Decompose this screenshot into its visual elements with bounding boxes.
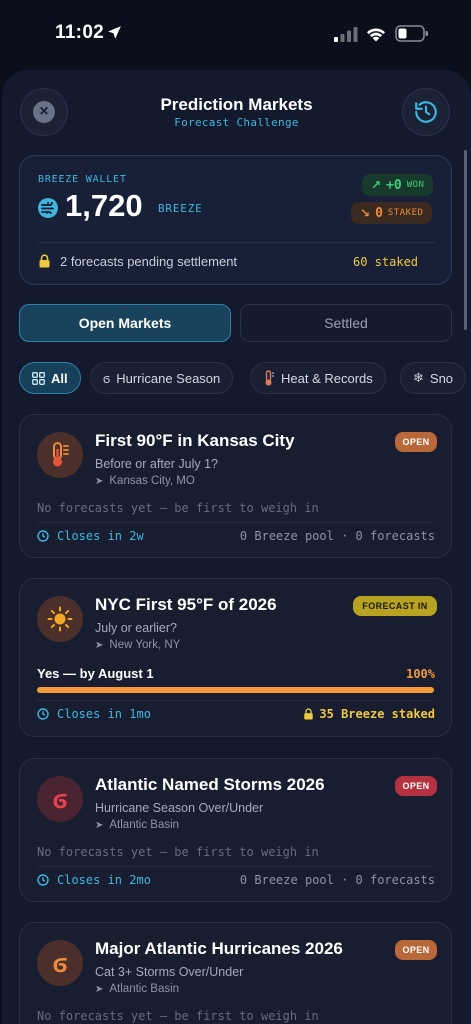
thermometer-icon (265, 370, 274, 386)
location-arrow-icon: ➤ (95, 819, 104, 831)
location-arrow-icon: ➤ (95, 983, 104, 995)
market-location-text: Kansas City, MO (109, 475, 195, 487)
page-title: Prediction Markets (160, 95, 313, 114)
market-location: ➤ New York, NY (95, 639, 180, 651)
market-card[interactable]: First 90°F in Kansas City Before or afte… (19, 414, 452, 558)
market-location: ➤ Atlantic Basin (95, 819, 179, 831)
page-subtitle: Forecast Challenge (174, 116, 299, 129)
closes-in: Closes in 1mo (37, 707, 151, 721)
clock-icon (37, 874, 49, 886)
clock-icon (37, 708, 49, 720)
won-label: WON (406, 180, 425, 190)
market-title: NYC First 95°F of 2026 (95, 595, 277, 614)
history-button[interactable] (402, 88, 450, 136)
market-location: ➤ Kansas City, MO (95, 475, 195, 487)
arrow-up-right-icon: ↗ (371, 178, 382, 192)
location-arrow-icon (108, 26, 121, 39)
staked-value: 0 (375, 205, 383, 221)
staked-badge: ↘ 0 STAKED (351, 202, 433, 224)
snowflake-icon: ❄ (413, 370, 424, 385)
grid-icon (32, 371, 45, 385)
closes-in: Closes in 2w (37, 529, 144, 543)
prediction-markets-sheet: × Prediction Markets Forecast Challenge … (2, 70, 471, 1024)
empty-forecasts-text: No forecasts yet — be first to weigh in (37, 501, 319, 515)
status-badge: OPEN (395, 432, 437, 452)
forecast-percent: 100% (406, 667, 435, 681)
market-card[interactable]: NYC First 95°F of 2026 July or earlier? … (19, 578, 452, 737)
market-location: ➤ Atlantic Basin (95, 983, 179, 995)
closes-in: Closes in 2mo (37, 873, 151, 887)
filter-chip-all[interactable]: All (19, 362, 81, 394)
filter-chip-label: All (51, 370, 68, 386)
sun-icon (37, 596, 83, 642)
market-title: Major Atlantic Hurricanes 2026 (95, 939, 343, 958)
pool-info: 0 Breeze pool · 0 forecasts (239, 529, 435, 543)
wallet-divider (38, 242, 435, 243)
wallet-label: BREEZE WALLET (38, 174, 127, 185)
pool-info: 0 Breeze pool · 0 forecasts (239, 873, 435, 887)
empty-forecasts-text: No forecasts yet — be first to weigh in (37, 1009, 319, 1023)
status-time: 11:02 (55, 22, 105, 43)
history-icon (415, 101, 437, 123)
status-badge: FORECAST IN (353, 596, 437, 616)
status-badge: OPEN (395, 940, 437, 960)
won-badge: ↗ +0 WON (362, 174, 434, 196)
market-location-text: Atlantic Basin (109, 819, 180, 831)
forecast-progress-bar (37, 687, 434, 693)
market-title: First 90°F in Kansas City (95, 431, 295, 450)
status-badge: OPEN (395, 776, 437, 796)
market-card[interactable]: ϭ Atlantic Named Storms 2026 Hurricane S… (19, 758, 452, 902)
lock-icon (304, 708, 314, 720)
battery-icon (395, 25, 428, 42)
wifi-icon (366, 28, 386, 42)
closes-in-text: Closes in 2w (57, 529, 144, 543)
card-divider (37, 866, 434, 867)
clock-icon (37, 530, 49, 542)
card-divider (37, 522, 434, 523)
empty-forecasts-text: No forecasts yet — be first to weigh in (37, 845, 319, 859)
closes-in-text: Closes in 1mo (57, 707, 151, 721)
market-card[interactable]: ϭ Major Atlantic Hurricanes 2026 Cat 3+ … (19, 922, 452, 1024)
staked-info: 35 Breeze staked (303, 707, 435, 721)
filter-chip-snow[interactable]: ❄ Sno (400, 362, 467, 394)
market-subtitle: Before or after July 1? (95, 457, 218, 471)
hurricane-icon: ϭ (37, 940, 83, 986)
thermometer-icon (37, 432, 83, 478)
tab-open-markets[interactable]: Open Markets (19, 304, 231, 342)
tab-settled[interactable]: Settled (240, 304, 452, 342)
market-subtitle: Cat 3+ Storms Over/Under (95, 965, 244, 979)
wallet-balance: 1,720 (65, 188, 143, 223)
card-divider (37, 700, 434, 701)
won-value: +0 (386, 177, 402, 193)
filter-chip-label: Heat & Records (281, 370, 373, 386)
pending-staked-amount: 60 staked (353, 255, 419, 269)
breeze-coin-icon (38, 198, 58, 218)
hurricane-icon: ϭ (37, 776, 83, 822)
market-location-text: New York, NY (109, 639, 181, 651)
market-subtitle: July or earlier? (95, 621, 177, 635)
location-arrow-icon: ➤ (95, 639, 104, 651)
filter-chip-heat-records[interactable]: Heat & Records (250, 362, 386, 394)
forecast-progress-fill (37, 687, 434, 693)
closes-in-text: Closes in 2mo (57, 873, 151, 887)
cellular-signal-icon (334, 27, 358, 42)
filter-chip-label: Sno (429, 370, 454, 386)
market-subtitle: Hurricane Season Over/Under (95, 801, 264, 815)
arrow-down-right-icon: ↘ (360, 206, 371, 220)
status-bar: 11:02 (0, 0, 471, 64)
market-location-text: Atlantic Basin (109, 983, 180, 995)
filter-chip-label: Hurricane Season (116, 370, 221, 386)
market-title: Atlantic Named Storms 2026 (95, 775, 325, 794)
hurricane-icon: ϭ (103, 370, 111, 386)
filter-chip-hurricane-season[interactable]: ϭ Hurricane Season (90, 362, 234, 394)
lock-icon (39, 254, 50, 268)
scrollbar[interactable] (464, 150, 467, 330)
location-arrow-icon: ➤ (95, 475, 104, 487)
pending-settlement-text: 2 forecasts pending settlement (60, 254, 238, 269)
staked-label: STAKED (387, 208, 424, 218)
wallet-unit: BREEZE (158, 202, 203, 215)
staked-info-text: 35 Breeze staked (319, 707, 435, 721)
wallet-card: BREEZE WALLET 1,720 BREEZE ↗ +0 WON ↘ 0 … (19, 155, 452, 285)
forecast-choice: Yes — by August 1 (37, 666, 154, 681)
